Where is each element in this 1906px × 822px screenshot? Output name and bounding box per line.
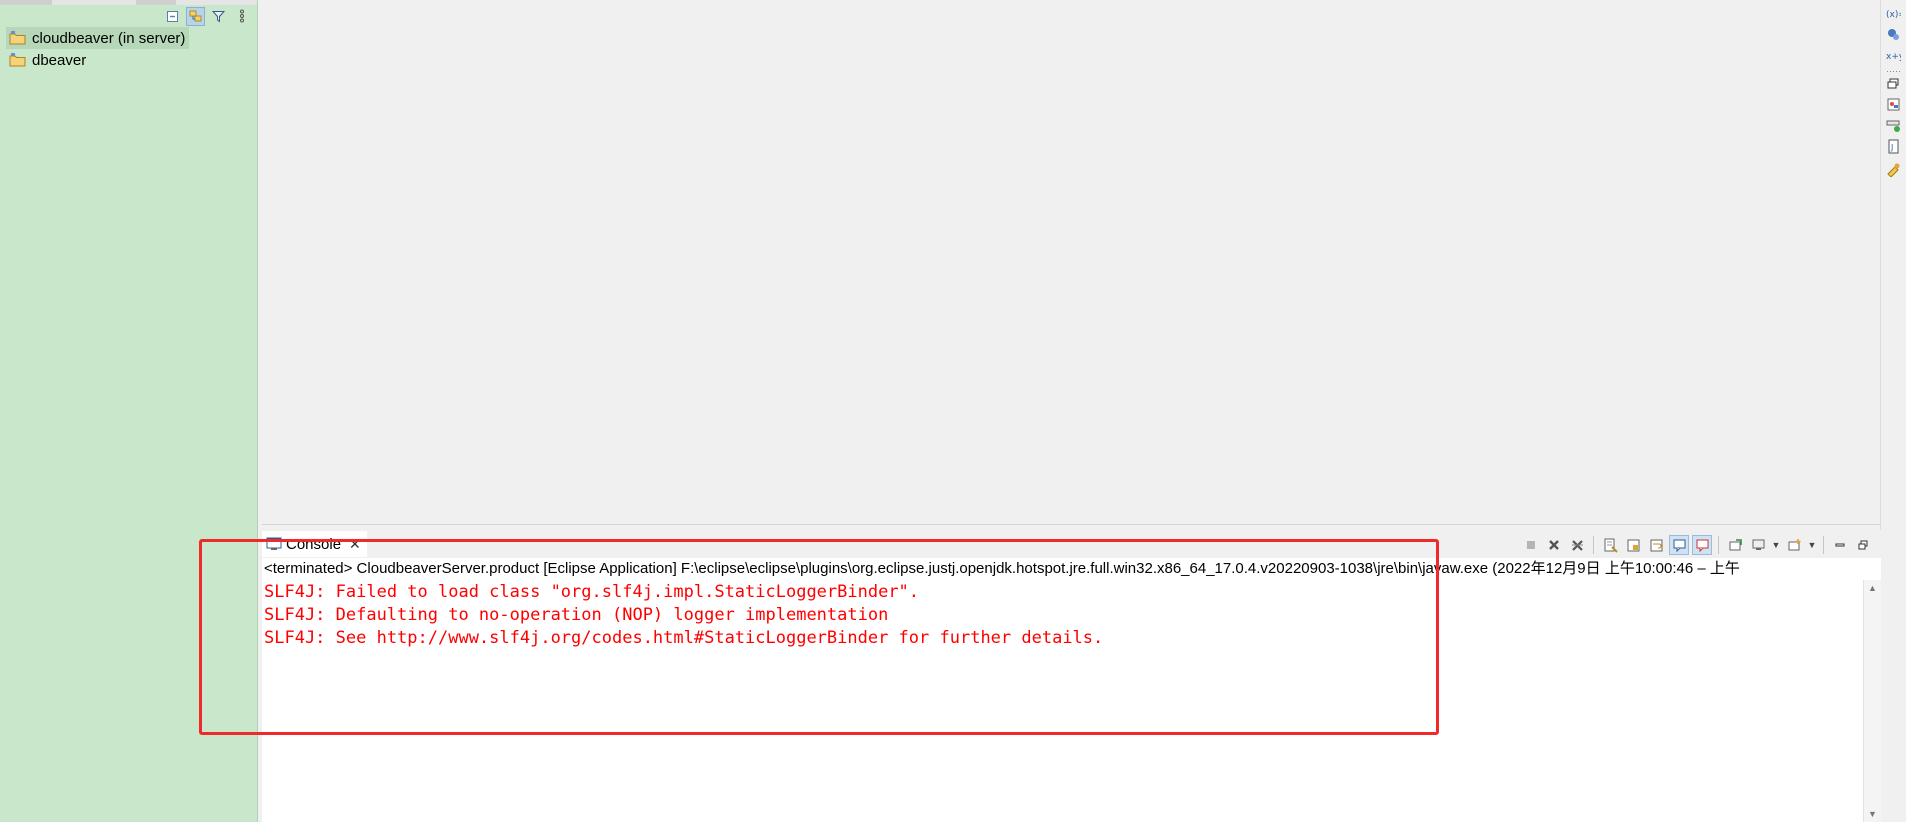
console-toolbar: ▼ ▼ xyxy=(1521,535,1873,555)
console-process-description: <terminated> CloudbeaverServer.product [… xyxy=(264,560,1740,577)
tab-console[interactable]: Console ✕ xyxy=(262,531,367,557)
chevron-down-icon[interactable]: ▼ xyxy=(1807,540,1817,550)
scroll-lock-icon[interactable] xyxy=(1623,535,1643,555)
tree-item-label: dbeaver xyxy=(32,51,87,69)
tree-item-cloudbeaver[interactable]: cloudbeaver (in server) xyxy=(6,27,190,49)
tree-item-dbeaver[interactable]: dbeaver xyxy=(6,49,189,71)
svg-text:x+y: x+y xyxy=(1886,52,1901,62)
project-tree: cloudbeaver (in server) dbeaver xyxy=(6,27,190,71)
console-vertical-scrollbar[interactable]: ▲ ▼ xyxy=(1863,580,1881,822)
toolbar-separator xyxy=(1718,536,1719,554)
console-icon xyxy=(266,537,282,550)
remove-all-terminated-icon[interactable] xyxy=(1567,535,1587,555)
explorer-tab[interactable] xyxy=(0,0,52,5)
toolbar-separator xyxy=(1823,536,1824,554)
variables-icon[interactable]: (x)= xyxy=(1886,6,1901,21)
explorer-toolbar xyxy=(163,6,251,26)
chevron-down-icon[interactable]: ▼ xyxy=(1771,540,1781,550)
display-selected-console-icon[interactable] xyxy=(1748,535,1768,555)
show-console-on-stdout-icon[interactable] xyxy=(1669,535,1689,555)
outline-icon[interactable] xyxy=(1886,97,1901,112)
editor-bottom-border xyxy=(262,524,1881,525)
project-folder-icon xyxy=(9,31,26,45)
pin-console-icon[interactable] xyxy=(1725,535,1745,555)
console-output-line: SLF4J: Defaulting to no-operation (NOP) … xyxy=(264,605,889,625)
scroll-down-icon[interactable]: ▼ xyxy=(1864,806,1881,822)
explorer-tab[interactable] xyxy=(136,0,176,5)
explorer-tab-strip xyxy=(0,0,257,5)
restore-icon[interactable] xyxy=(1886,76,1901,91)
console-view: Console ✕ ▼ ▼ <terminated> CloudbeaverSe… xyxy=(262,530,1881,822)
console-output[interactable]: SLF4J: Failed to load class "org.slf4j.i… xyxy=(264,581,1103,650)
clear-console-icon[interactable] xyxy=(1600,535,1620,555)
collapse-all-icon[interactable] xyxy=(163,7,182,26)
remove-launch-icon[interactable] xyxy=(1544,535,1564,555)
svg-text:J: J xyxy=(1890,143,1893,152)
maximize-icon[interactable] xyxy=(1853,535,1873,555)
minimize-icon[interactable] xyxy=(1830,535,1850,555)
project-explorer-panel: cloudbeaver (in server) dbeaver xyxy=(0,0,258,822)
word-wrap-icon[interactable] xyxy=(1646,535,1666,555)
scroll-up-icon[interactable]: ▲ xyxy=(1864,580,1881,596)
eclipse-window: cloudbeaver (in server) dbeaver (x)= x+y… xyxy=(0,0,1906,822)
view-menu-icon[interactable] xyxy=(232,7,251,26)
breakpoints-icon[interactable] xyxy=(1886,27,1901,42)
open-console-icon[interactable] xyxy=(1784,535,1804,555)
toolbar-separator xyxy=(1593,536,1594,554)
console-output-line: SLF4J: See http://www.slf4j.org/codes.ht… xyxy=(264,628,1104,648)
right-trim-toolbar: (x)= x+y J xyxy=(1880,0,1906,822)
console-header: Console ✕ ▼ ▼ xyxy=(262,530,1881,558)
show-console-on-stderr-icon[interactable] xyxy=(1692,535,1712,555)
close-icon[interactable]: ✕ xyxy=(349,536,361,553)
terminate-icon[interactable] xyxy=(1521,535,1541,555)
project-folder-icon xyxy=(9,53,26,67)
editor-area xyxy=(262,0,1881,524)
expressions-icon[interactable]: x+y xyxy=(1886,48,1901,63)
declaration-icon[interactable] xyxy=(1886,162,1901,177)
console-tab-label: Console xyxy=(286,535,342,553)
filter-icon[interactable] xyxy=(209,7,228,26)
svg-text:(x)=: (x)= xyxy=(1886,10,1901,20)
task-list-icon[interactable] xyxy=(1886,118,1901,133)
console-output-line: SLF4J: Failed to load class "org.slf4j.i… xyxy=(264,582,920,602)
link-with-editor-icon[interactable] xyxy=(186,6,205,26)
javadoc-icon[interactable]: J xyxy=(1886,139,1901,154)
tree-item-label: cloudbeaver (in server) xyxy=(32,29,186,47)
